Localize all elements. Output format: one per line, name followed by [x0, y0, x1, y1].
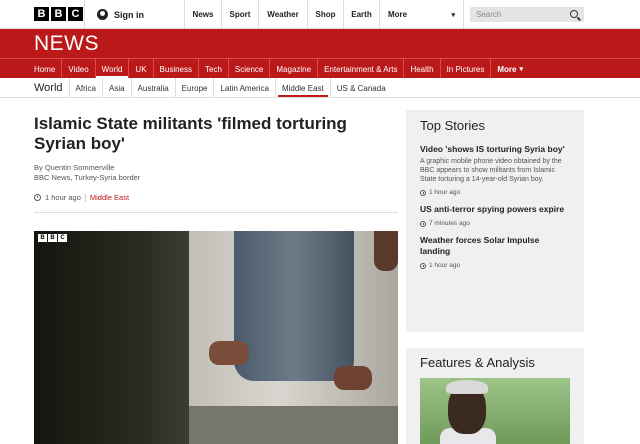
top-nav-weather[interactable]: Weather [258, 0, 307, 29]
watermark-letter: C [58, 234, 67, 242]
clock-icon [420, 262, 426, 269]
author-role: BBC News, Turkey-Syria border [34, 173, 141, 182]
story-title[interactable]: US anti-terror spying powers expire [420, 204, 570, 215]
news-banner: NEWS [0, 29, 640, 58]
clock-icon [420, 189, 426, 196]
story-summary: A graphic mobile phone video obtained by… [420, 158, 562, 183]
signin-label: Sign in [114, 9, 144, 20]
story-meta: 7 minutes ago [420, 220, 570, 227]
section-nav: Home Video World UK Business Tech Scienc… [0, 58, 640, 79]
sub-nav-europe[interactable]: Europe [174, 78, 214, 98]
article-meta: 1 hour ago Middle East [34, 193, 129, 202]
chevron-down-icon: ▾ [451, 11, 455, 19]
section-nav-magazine[interactable]: Magazine [270, 59, 319, 79]
bbc-logo-letter: B [34, 7, 49, 21]
sub-nav: World Africa Asia Australia Europe Latin… [0, 78, 640, 98]
top-stories-title: Top Stories [420, 118, 486, 133]
sub-nav-middle-east[interactable]: Middle East [274, 78, 330, 98]
section-nav-health[interactable]: Health [404, 59, 441, 79]
sub-nav-us-canada[interactable]: US & Canada [329, 78, 392, 98]
search-input[interactable]: Search [470, 7, 584, 22]
story-item[interactable]: Weather forces Solar Impulse landing 1 h… [420, 235, 570, 269]
byline: By Quentin Sommerville BBC News, Turkey-… [34, 163, 140, 183]
article-headline: Islamic State militants 'filmed torturin… [34, 114, 347, 153]
clock-icon [34, 194, 41, 201]
news-logo[interactable]: NEWS [34, 32, 99, 56]
sub-nav-latin-america[interactable]: Latin America [213, 78, 274, 98]
section-nav-home[interactable]: Home [28, 59, 63, 79]
user-icon [97, 9, 108, 20]
section-nav-science[interactable]: Science [229, 59, 271, 79]
meta-divider [84, 193, 86, 202]
video-frame-foot [209, 341, 249, 365]
video-frame-foot [334, 366, 372, 390]
bbc-logo-letter: C [68, 7, 83, 21]
top-stories-panel: Top Stories Video 'shows IS torturing Sy… [406, 110, 584, 332]
author-name: By Quentin Sommerville [34, 163, 115, 172]
chevron-down-icon: ▾ [519, 66, 524, 73]
sub-nav-asia[interactable]: Asia [101, 78, 131, 98]
top-nav-more[interactable]: More ▾ [379, 0, 464, 29]
signin-button[interactable]: Sign in [84, 0, 184, 29]
section-nav-tech[interactable]: Tech [199, 59, 229, 79]
article-divider [34, 212, 398, 213]
section-nav-more-label: More [497, 64, 517, 74]
top-nav-shop[interactable]: Shop [307, 0, 343, 29]
watermark-letter: B [48, 234, 57, 242]
video-player[interactable]: B B C [34, 231, 398, 444]
article-time: 1 hour ago [45, 193, 81, 202]
top-nav: News Sport Weather Shop Earth More ▾ [184, 0, 464, 29]
video-bbc-watermark: B B C [38, 234, 67, 242]
story-time: 1 hour ago [429, 189, 461, 196]
top-bar: B B C Sign in News Sport Weather Shop Ea… [0, 0, 640, 29]
top-nav-more-label: More [388, 10, 408, 19]
video-frame-floor [159, 406, 398, 444]
story-item[interactable]: US anti-terror spying powers expire 7 mi… [420, 204, 570, 227]
video-frame-hand [374, 231, 398, 271]
top-nav-news[interactable]: News [184, 0, 221, 29]
video-frame-legs [234, 231, 354, 381]
story-time: 7 minutes ago [429, 220, 470, 227]
section-nav-world[interactable]: World [95, 59, 130, 79]
watermark-letter: B [38, 234, 47, 242]
story-time: 1 hour ago [429, 262, 461, 269]
search-placeholder: Search [476, 10, 502, 19]
sub-nav-africa[interactable]: Africa [68, 78, 102, 98]
feature-image-hair [446, 380, 488, 394]
sub-nav-title[interactable]: World [34, 82, 69, 94]
bbc-logo-letter: B [51, 7, 66, 21]
feature-image[interactable] [420, 378, 570, 444]
story-title[interactable]: Weather forces Solar Impulse landing [420, 235, 570, 257]
features-panel: Features & Analysis [406, 348, 584, 444]
clock-icon [420, 220, 426, 227]
story-meta: 1 hour ago [420, 262, 570, 269]
section-nav-entertainment[interactable]: Entertainment & Arts [318, 59, 405, 79]
story-item[interactable]: Video 'shows IS torturing Syria boy' A g… [420, 144, 570, 196]
search-icon[interactable] [570, 10, 578, 18]
video-frame-figure [34, 231, 189, 444]
section-nav-in-pictures[interactable]: In Pictures [441, 59, 492, 79]
section-nav-more[interactable]: More ▾ [491, 59, 529, 79]
features-title: Features & Analysis [420, 355, 535, 370]
story-meta: 1 hour ago [420, 189, 570, 196]
top-nav-earth[interactable]: Earth [343, 0, 379, 29]
sub-nav-australia[interactable]: Australia [130, 78, 175, 98]
section-nav-video[interactable]: Video [62, 59, 96, 79]
section-nav-uk[interactable]: UK [129, 59, 154, 79]
top-nav-sport[interactable]: Sport [221, 0, 258, 29]
bbc-logo[interactable]: B B C [34, 7, 83, 21]
section-nav-business[interactable]: Business [154, 59, 200, 79]
article-section-link[interactable]: Middle East [90, 193, 129, 202]
story-title[interactable]: Video 'shows IS torturing Syria boy' [420, 144, 570, 155]
